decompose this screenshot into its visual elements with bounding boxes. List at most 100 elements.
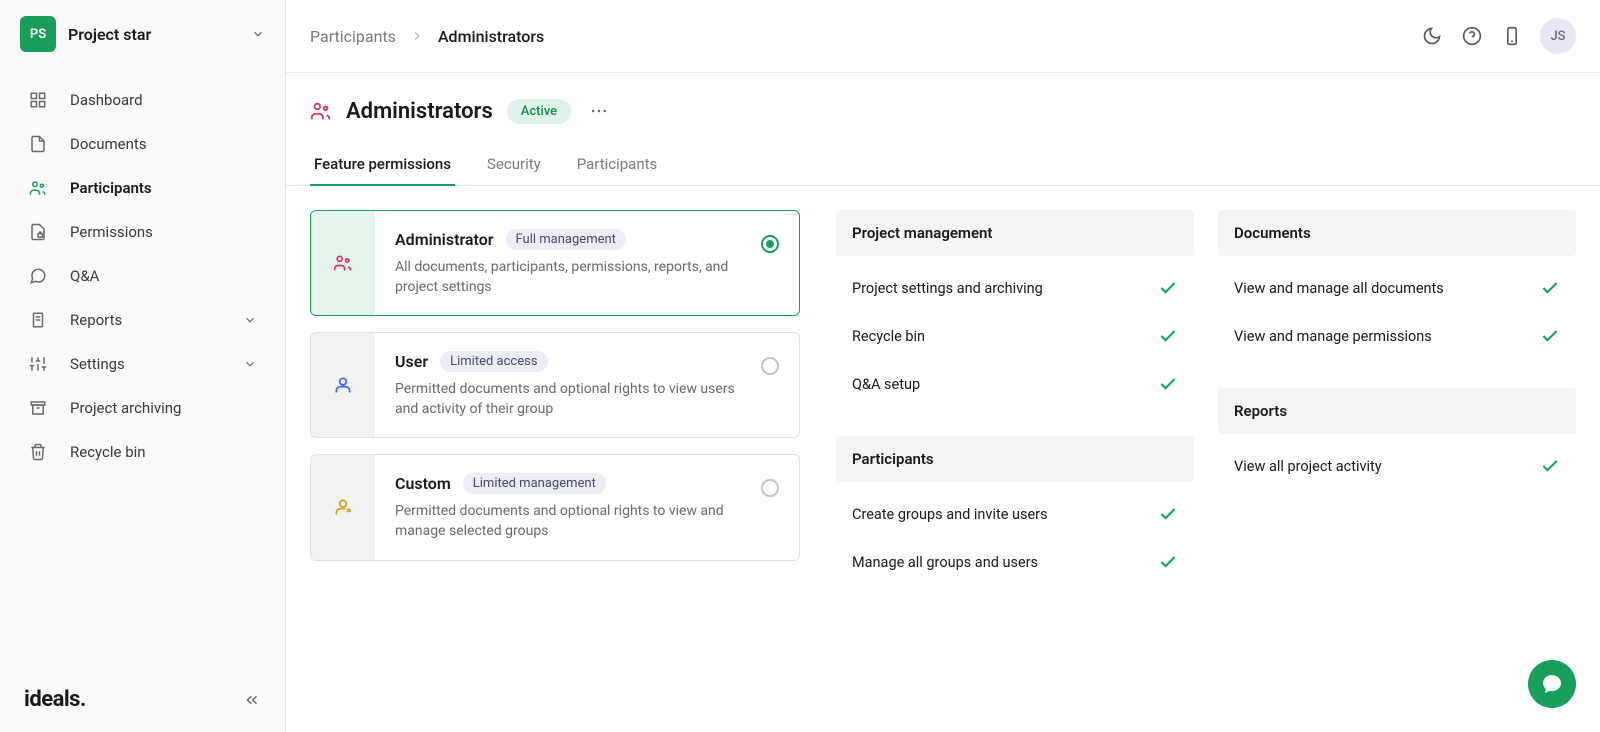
role-text: Administrator Full management All docume… [395, 229, 747, 297]
role-title: User [395, 352, 428, 371]
participants-icon [28, 178, 48, 198]
nav-qa[interactable]: Q&A [0, 254, 285, 298]
permission-item: Recycle bin [836, 312, 1194, 360]
chevron-right-icon [410, 29, 424, 43]
role-description: All documents, participants, permissions… [395, 258, 747, 297]
permission-section: Documents View and manage all documents … [1218, 210, 1576, 360]
tabs: Feature permissions Security Participant… [286, 143, 1600, 186]
project-selector[interactable]: PS Project star [0, 0, 285, 68]
chevron-down-icon [251, 27, 265, 41]
nav-label: Recycle bin [70, 443, 146, 461]
qa-icon [28, 266, 48, 286]
more-button[interactable] [585, 97, 613, 125]
check-icon [1158, 278, 1178, 298]
theme-toggle[interactable] [1420, 24, 1444, 48]
role-text: Custom Limited management Permitted docu… [395, 473, 747, 541]
documents-icon [28, 134, 48, 154]
permission-item: Create groups and invite users [836, 490, 1194, 538]
permission-column: Project management Project settings and … [836, 210, 1194, 708]
mobile-icon[interactable] [1500, 24, 1524, 48]
main: Participants Administrators JS Administr… [286, 0, 1600, 732]
permission-label: View and manage all documents [1234, 280, 1444, 297]
role-radio[interactable] [761, 479, 779, 497]
help-button[interactable] [1460, 24, 1484, 48]
check-icon [1540, 456, 1560, 476]
role-icon [333, 497, 353, 517]
role-card[interactable]: User Limited access Permitted documents … [310, 332, 800, 438]
check-icon [1158, 326, 1178, 346]
role-icon [333, 253, 353, 273]
project-badge: PS [20, 16, 56, 52]
page-title: Administrators [346, 99, 493, 124]
permission-item: View and manage all documents [1218, 264, 1576, 312]
breadcrumb-current: Administrators [438, 27, 544, 46]
role-list: Administrator Full management All docume… [310, 210, 800, 708]
nav-participants[interactable]: Participants [0, 166, 285, 210]
nav-documents[interactable]: Documents [0, 122, 285, 166]
reports-icon [28, 310, 48, 330]
nav-reports[interactable]: Reports [0, 298, 285, 342]
role-icon [333, 375, 353, 395]
topbar: Participants Administrators JS [286, 0, 1600, 73]
nav-dashboard[interactable]: Dashboard [0, 78, 285, 122]
nav-recycle[interactable]: Recycle bin [0, 430, 285, 474]
nav-label: Q&A [70, 267, 99, 285]
sidebar: PS Project star Dashboard Documents Part… [0, 0, 286, 732]
archive-icon [28, 398, 48, 418]
permission-header: Participants [836, 436, 1194, 482]
role-title: Custom [395, 474, 451, 493]
nav-settings[interactable]: Settings [0, 342, 285, 386]
permission-item: View all project activity [1218, 442, 1576, 490]
breadcrumb-parent[interactable]: Participants [310, 27, 396, 46]
role-radio[interactable] [761, 235, 779, 253]
permissions-panel: Project management Project settings and … [836, 210, 1576, 708]
role-icon-column [311, 333, 375, 437]
permission-section: Reports View all project activity [1218, 388, 1576, 490]
role-card[interactable]: Administrator Full management All docume… [310, 210, 800, 316]
permission-label: Q&A setup [852, 376, 920, 393]
user-avatar[interactable]: JS [1540, 18, 1576, 54]
permission-label: Manage all groups and users [852, 554, 1038, 571]
permission-header: Reports [1218, 388, 1576, 434]
role-radio[interactable] [761, 357, 779, 375]
trash-icon [28, 442, 48, 462]
chevron-down-icon [243, 313, 257, 327]
check-icon [1158, 552, 1178, 572]
role-description: Permitted documents and optional rights … [395, 502, 747, 541]
check-icon [1540, 278, 1560, 298]
dashboard-icon [28, 90, 48, 110]
permissions-icon [28, 222, 48, 242]
role-body: Custom Limited management Permitted docu… [375, 455, 799, 559]
content: Administrator Full management All docume… [286, 186, 1600, 732]
permission-item: Manage all groups and users [836, 538, 1194, 586]
permission-item: Project settings and archiving [836, 264, 1194, 312]
role-title: Administrator [395, 230, 494, 249]
permission-item: Q&A setup [836, 360, 1194, 408]
nav-label: Reports [70, 311, 122, 329]
nav-permissions[interactable]: Permissions [0, 210, 285, 254]
role-icon-column [311, 211, 375, 315]
permission-item: View and manage permissions [1218, 312, 1576, 360]
tab-feature-permissions[interactable]: Feature permissions [310, 143, 455, 185]
tab-security[interactable]: Security [483, 143, 545, 185]
role-card[interactable]: Custom Limited management Permitted docu… [310, 454, 800, 560]
permission-header: Documents [1218, 210, 1576, 256]
tab-participants[interactable]: Participants [573, 143, 662, 185]
nav: Dashboard Documents Participants Permiss… [0, 68, 285, 667]
nav-label: Project archiving [70, 399, 181, 417]
chevron-down-icon [243, 357, 257, 371]
nav-archiving[interactable]: Project archiving [0, 386, 285, 430]
role-badge: Limited access [440, 351, 547, 372]
project-name: Project star [68, 25, 239, 44]
collapse-sidebar-button[interactable] [243, 691, 261, 709]
breadcrumb: Participants Administrators [310, 27, 544, 46]
nav-label: Dashboard [70, 91, 143, 109]
nav-label: Settings [70, 355, 125, 373]
role-icon-column [311, 455, 375, 559]
nav-label: Permissions [70, 223, 153, 241]
chat-button[interactable] [1528, 660, 1576, 708]
sidebar-footer: ideals. [0, 667, 285, 732]
permission-label: Create groups and invite users [852, 506, 1048, 523]
role-text: User Limited access Permitted documents … [395, 351, 747, 419]
permission-label: View and manage permissions [1234, 328, 1432, 345]
